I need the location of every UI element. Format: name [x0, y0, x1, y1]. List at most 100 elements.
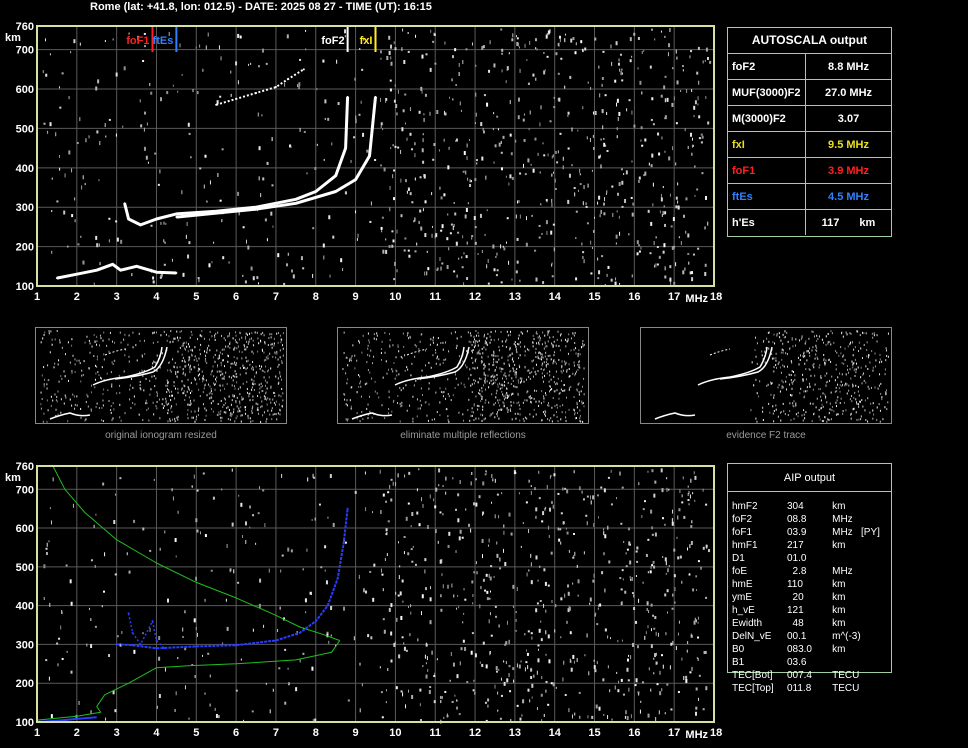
thumbnail-noise — [566, 340, 568, 343]
noise-point — [186, 221, 188, 226]
thumbnail-noise — [887, 332, 889, 335]
noise-point — [651, 526, 653, 530]
thumbnail-noise — [551, 388, 553, 391]
noise-point — [685, 230, 687, 234]
noise-point — [452, 226, 454, 231]
noise-point — [237, 581, 240, 584]
noise-point — [621, 180, 624, 185]
bottom-ionogram-chart: 100200300400500600700760km1 2 3 4 5 6 7 8 9 10 11 1… — [5, 461, 722, 741]
thumbnail-noise — [505, 375, 507, 378]
thumbnail-noise — [875, 359, 877, 362]
thumbnail-noise — [182, 356, 184, 359]
noise-point — [647, 713, 650, 718]
thumbnail-noise — [497, 383, 499, 386]
thumbnail-noise — [573, 334, 575, 337]
noise-point — [470, 650, 473, 655]
noise-point — [451, 55, 454, 59]
thumbnail-noise — [859, 400, 861, 403]
noise-point — [687, 252, 690, 255]
thumbnail-noise — [273, 391, 275, 394]
thumbnail-noise — [189, 358, 191, 361]
thumbnail-noise — [581, 385, 583, 388]
autoscala-label: ftEs — [728, 184, 806, 209]
thumbnail-noise — [201, 370, 203, 373]
thumbnail-noise — [95, 406, 97, 409]
noise-point — [650, 628, 652, 632]
thumbnail-noise — [818, 415, 820, 418]
noise-point — [508, 665, 511, 668]
thumbnail-noise — [852, 366, 854, 369]
thumbnail-noise — [189, 392, 191, 395]
thumbnail-noise — [254, 331, 256, 334]
noise-point — [662, 555, 664, 558]
thumbnail-noise — [826, 401, 828, 404]
noise-point — [625, 710, 627, 715]
thumbnail-noise — [780, 339, 782, 342]
thumbnail-noise — [107, 389, 109, 392]
thumbnail-noise — [220, 361, 222, 364]
thumbnail-noise — [382, 376, 384, 379]
thumbnail-noise — [753, 384, 755, 387]
thumbnail-noise — [508, 374, 510, 377]
thumbnail-noise — [822, 405, 824, 408]
thumbnail-noise — [189, 370, 191, 373]
thumbnail-noise — [802, 373, 804, 376]
thumbnail-noise — [266, 403, 268, 406]
data-point — [155, 647, 158, 650]
noise-point — [191, 485, 193, 488]
thumbnail-noise — [241, 398, 243, 401]
noise-point — [439, 186, 441, 190]
thumbnail-noise — [491, 393, 493, 396]
thumbnail-noise — [542, 331, 544, 334]
noise-point — [237, 191, 240, 196]
noise-point — [675, 122, 678, 125]
noise-point — [691, 152, 693, 156]
noise-point — [94, 625, 97, 628]
noise-point — [530, 580, 533, 585]
thumbnail-noise — [870, 402, 872, 405]
noise-point — [603, 552, 605, 556]
series-line-2 — [116, 508, 349, 650]
thumbnail-noise — [149, 393, 151, 396]
noise-point — [659, 670, 661, 675]
noise-point — [568, 605, 570, 609]
noise-point — [442, 513, 444, 516]
thumbnail-noise — [210, 396, 212, 399]
noise-point — [462, 639, 465, 643]
noise-point — [529, 699, 531, 703]
noise-point — [595, 111, 597, 114]
noise-point — [564, 85, 566, 89]
autoscala-row: MUF(3000)F2 27.0 MHz — [728, 80, 891, 106]
series-line-3 — [215, 68, 305, 106]
noise-point — [255, 542, 257, 545]
noise-point — [424, 233, 427, 238]
thumbnail-noise — [858, 418, 860, 421]
thumbnail-noise — [872, 366, 874, 369]
thumbnail-noise — [538, 351, 540, 354]
noise-point — [418, 468, 420, 471]
thumbnail-noise — [130, 406, 132, 409]
noise-point — [604, 94, 607, 97]
thumbnail-noise — [261, 389, 263, 392]
thumbnail-noise — [342, 368, 344, 371]
thumbnail-noise — [245, 372, 247, 375]
thumbnail-noise — [251, 350, 253, 353]
thumbnail-noise — [165, 397, 167, 400]
thumbnail-noise — [511, 358, 513, 361]
thumbnail-noise — [539, 337, 541, 340]
thumbnail-noise — [371, 416, 373, 419]
thumbnail-noise — [850, 377, 852, 380]
thumbnail-noise — [248, 395, 250, 398]
noise-point — [546, 484, 548, 489]
thumbnail-noise — [209, 385, 211, 388]
thumbnail-noise — [50, 330, 52, 333]
noise-point — [543, 154, 546, 157]
y-tick-label: 600 — [16, 84, 34, 96]
thumbnail-noise — [271, 343, 273, 346]
thumbnail-noise — [825, 384, 827, 387]
noise-point — [502, 548, 504, 553]
noise-point — [454, 694, 456, 697]
thumbnail-noise — [245, 406, 247, 409]
thumbnail-noise — [82, 373, 84, 376]
noise-point — [496, 115, 499, 118]
